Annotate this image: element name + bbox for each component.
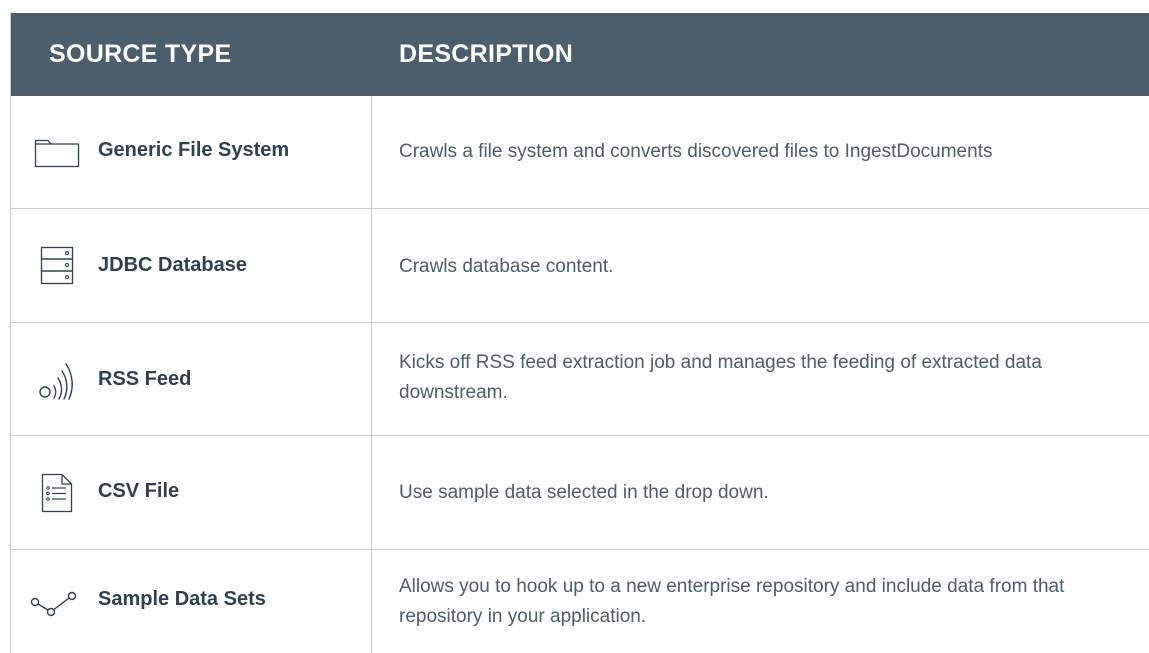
source-label: JDBC Database <box>98 254 247 276</box>
source-label: RSS Feed <box>98 368 192 390</box>
table-row[interactable]: RSS Feed Kicks off RSS feed extraction j… <box>11 323 1149 436</box>
source-description: Use sample data selected in the drop dow… <box>399 482 769 503</box>
header-source-type: SOURCE TYPE <box>49 40 232 68</box>
table-row[interactable]: Generic File System Crawls a file system… <box>11 96 1149 209</box>
source-description: Crawls database content. <box>399 256 614 277</box>
source-description: Crawls a file system and converts discov… <box>399 141 993 162</box>
table-row[interactable]: Sample Data Sets Allows you to hook up t… <box>11 550 1149 653</box>
document-file-icon <box>33 471 81 515</box>
source-label: Generic File System <box>98 139 290 161</box>
source-description: Kicks off RSS feed extraction job and ma… <box>399 352 1042 403</box>
header-description: DESCRIPTION <box>399 40 574 68</box>
column-divider <box>371 550 372 653</box>
connected-nodes-icon <box>29 583 81 627</box>
table-header: SOURCE TYPE DESCRIPTION <box>11 13 1149 96</box>
source-type-table: SOURCE TYPE DESCRIPTION Generic File Sys… <box>10 13 1149 653</box>
column-divider <box>371 209 372 322</box>
table-row[interactable]: CSV File Use sample data selected in the… <box>11 436 1149 550</box>
source-description: Allows you to hook up to a new enterpris… <box>399 576 1065 627</box>
database-server-icon <box>33 244 81 288</box>
column-divider <box>371 436 372 549</box>
source-label: Sample Data Sets <box>98 588 266 610</box>
column-divider <box>371 96 372 208</box>
source-label: CSV File <box>98 480 180 502</box>
column-divider <box>371 323 372 435</box>
folder-icon <box>33 131 81 175</box>
rss-feed-icon <box>33 358 81 402</box>
table-row[interactable]: JDBC Database Crawls database content. <box>11 209 1149 323</box>
